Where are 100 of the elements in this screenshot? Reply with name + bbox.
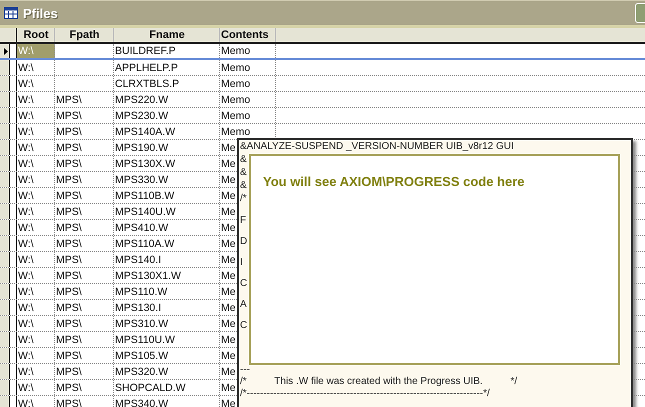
table-cell: W:\ xyxy=(18,222,34,234)
table-cell: MPS110B.W xyxy=(115,190,174,202)
table-cell: W:\ xyxy=(18,62,34,74)
table-cell: MPS\ xyxy=(56,286,82,298)
table-cell: Me xyxy=(221,222,236,234)
table-cell: W:\ xyxy=(18,366,34,378)
row-selector[interactable] xyxy=(0,44,17,58)
row-selector[interactable] xyxy=(0,60,17,75)
code-line: &ANALYZE-SUSPEND _VERSION-NUMBER UIB_v8r12 GUI xyxy=(240,140,514,153)
table-cell: MPS110A.W xyxy=(115,238,174,250)
table-cell: Memo xyxy=(221,78,250,90)
table-cell: W:\ xyxy=(18,286,34,298)
table-cell: MPS330.W xyxy=(115,174,168,186)
table-cell: BUILDREF.P xyxy=(115,45,176,57)
table-cell: MPS\ xyxy=(56,318,82,330)
table-cell: MPS\ xyxy=(56,350,82,362)
table-cell: MPS\ xyxy=(56,94,82,106)
table-cell: MPS\ xyxy=(56,334,82,346)
table-cell: Me xyxy=(221,382,236,394)
table-cell: W:\ xyxy=(18,78,34,90)
row-selector[interactable] xyxy=(0,108,17,123)
current-row-icon xyxy=(4,48,8,54)
row-selector[interactable] xyxy=(0,140,17,155)
row-selector[interactable] xyxy=(0,380,17,395)
table-cell: APPLHELP.P xyxy=(115,62,178,74)
table-cell: MPS410.W xyxy=(115,222,168,234)
table-cell: Memo xyxy=(221,62,250,74)
table-cell: MPS130X1.W xyxy=(115,270,181,282)
window-title: Pfiles xyxy=(23,6,58,20)
row-selector[interactable] xyxy=(0,348,17,363)
code-line: /* This .W file was created with the Progress UIB. */ xyxy=(240,376,518,388)
code-line: & xyxy=(240,153,247,166)
table-cell: W:\ xyxy=(18,158,34,170)
table-cell: W:\ xyxy=(18,398,34,407)
table-cell: W:\ xyxy=(18,334,34,346)
table-cell: Me xyxy=(221,366,236,378)
code-line: & xyxy=(240,179,247,192)
row-selector[interactable] xyxy=(0,172,17,187)
table-cell: Memo xyxy=(221,94,250,106)
row-selector[interactable] xyxy=(0,124,17,139)
table-cell: W:\ xyxy=(18,318,34,330)
code-line: F xyxy=(240,215,246,227)
row-selector[interactable] xyxy=(0,364,17,379)
table-cell: MPS310.W xyxy=(115,318,168,330)
table-cell: W:\ xyxy=(18,190,34,202)
code-line: & xyxy=(240,166,247,179)
table-cell: Me xyxy=(221,174,236,186)
table-cell: Me xyxy=(221,158,236,170)
row-selector[interactable] xyxy=(0,396,17,407)
table-cell: Me xyxy=(221,190,236,202)
column-header[interactable]: Contents xyxy=(220,28,276,42)
table-cell: Me xyxy=(221,238,236,250)
table-cell: MPS\ xyxy=(56,366,82,378)
table-cell: Me xyxy=(221,206,236,218)
table-cell: MPS140U.W xyxy=(115,206,176,218)
table-cell: W:\ xyxy=(18,126,34,138)
table-cell: Memo xyxy=(221,126,250,138)
table-cell: W:\ xyxy=(18,110,34,122)
table-cell: CLRXTBLS.P xyxy=(115,78,180,90)
row-selector[interactable] xyxy=(0,332,17,347)
table-cell: W:\ xyxy=(18,45,34,57)
row-selector[interactable] xyxy=(0,284,17,299)
table-cell: MPS340.W xyxy=(115,398,168,407)
row-selector[interactable] xyxy=(0,252,17,267)
table-cell: MPS320.W xyxy=(115,366,168,378)
table-cell: W:\ xyxy=(18,382,34,394)
row-selector[interactable] xyxy=(0,188,17,203)
row-selector[interactable] xyxy=(0,92,17,107)
code-line: C xyxy=(240,320,248,332)
table-cell: MPS105.W xyxy=(115,350,168,362)
table-cell: W:\ xyxy=(18,94,34,106)
row-selector[interactable] xyxy=(0,300,17,315)
table-cell: MPS110U.W xyxy=(115,334,175,346)
table-cell: MPS\ xyxy=(56,382,82,394)
table-cell: SHOPCALD.W xyxy=(115,382,186,394)
table-cell: W:\ xyxy=(18,302,34,314)
table-cell: W:\ xyxy=(18,142,34,154)
grid-icon xyxy=(4,7,18,19)
code-line: I xyxy=(240,257,243,269)
row-selector[interactable] xyxy=(0,236,17,251)
row-selector[interactable] xyxy=(0,268,17,283)
table-cell: Me xyxy=(221,398,236,407)
table-cell: MPS220.W xyxy=(115,94,168,106)
row-selector[interactable] xyxy=(0,156,17,171)
table-cell: MPS\ xyxy=(56,270,82,282)
table-cell: MPS130.I xyxy=(115,302,162,314)
row-selector[interactable] xyxy=(0,204,17,219)
table-cell: MPS230.W xyxy=(115,110,168,122)
row-selector[interactable] xyxy=(0,220,17,235)
row-selector[interactable] xyxy=(0,76,17,91)
row-selector[interactable] xyxy=(0,316,17,331)
table-cell: Memo xyxy=(221,110,250,122)
table-cell: MPS\ xyxy=(56,142,82,154)
table-cell: MPS\ xyxy=(56,238,82,250)
table-cell: Me xyxy=(221,302,236,314)
table-cell: MPS\ xyxy=(56,174,82,186)
code-line: --- xyxy=(240,364,250,376)
table-cell: MPS\ xyxy=(56,158,82,170)
table-cell: W:\ xyxy=(18,350,34,362)
code-line: /*-----------------------------------------------------------------------*/ xyxy=(240,388,490,400)
